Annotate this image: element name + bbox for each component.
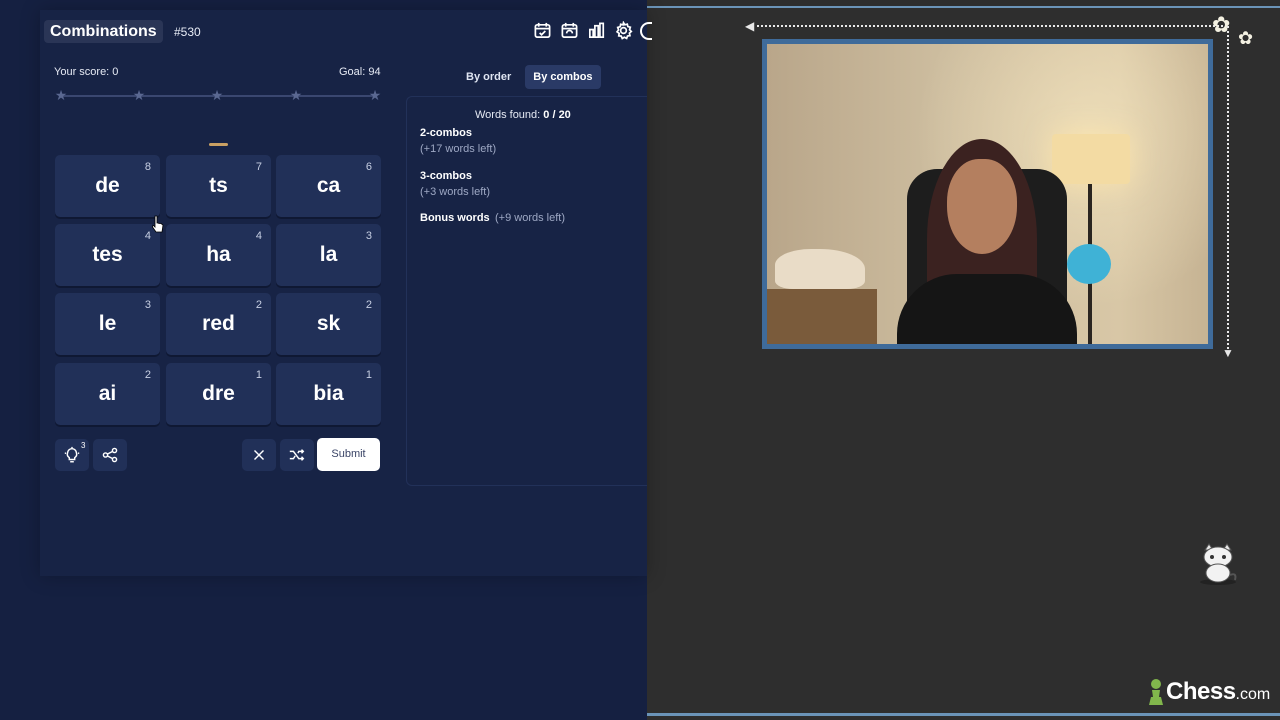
tile-de[interactable]: de 8 <box>55 155 160 217</box>
view-toggle: By order By combos <box>458 65 601 89</box>
arrow-down-icon: ▼ <box>1222 346 1234 360</box>
tab-by-order[interactable]: By order <box>458 65 519 89</box>
tile-count: 4 <box>255 230 262 242</box>
group-2-combos-title[interactable]: 2-combos <box>420 127 472 139</box>
score-label: Your score: 0 <box>54 66 119 78</box>
group-bonus-title[interactable]: Bonus words <box>420 212 490 224</box>
group-3-combos-remaining: (+3 words left) <box>420 186 490 198</box>
webcam-streamer-body <box>897 274 1077 344</box>
words-found-value: 0 / 20 <box>543 109 571 121</box>
arrow-left-icon: ◀ <box>745 19 755 33</box>
tile-sk[interactable]: sk 2 <box>276 293 381 355</box>
pawn-icon <box>1149 679 1163 705</box>
submit-button[interactable]: Submit <box>317 438 380 471</box>
group-3-combos-title[interactable]: 3-combos <box>420 170 472 182</box>
mouse-cursor-icon <box>152 215 164 233</box>
logo-word: Chess <box>1166 678 1236 705</box>
clear-button[interactable] <box>242 439 276 471</box>
webcam-lamp <box>1052 134 1130 184</box>
tile-ai[interactable]: ai 2 <box>55 363 160 425</box>
hint-count: 3 <box>81 441 86 450</box>
progress-star-icon: ★ <box>289 87 303 103</box>
tile-count: 2 <box>144 369 151 381</box>
tile-dre[interactable]: dre 1 <box>166 363 271 425</box>
frame-dotted-line-right <box>1227 26 1229 353</box>
tab-by-combos[interactable]: By combos <box>525 65 601 89</box>
webcam-cat <box>775 249 865 289</box>
logo-domain: .com <box>1235 686 1271 703</box>
tile-ca[interactable]: ca 6 <box>276 155 381 217</box>
tile-ha[interactable]: ha 4 <box>166 224 271 286</box>
progress-star-icon: ★ <box>210 87 224 103</box>
tile-count: 6 <box>365 161 372 173</box>
tile-count: 2 <box>255 299 262 311</box>
calendar-refresh-icon[interactable] <box>559 20 580 41</box>
shuffle-icon <box>289 449 305 461</box>
tile-count: 7 <box>255 161 262 173</box>
tile-count: 1 <box>365 369 372 381</box>
share-icon <box>102 447 118 463</box>
tile-la[interactable]: la 3 <box>276 224 381 286</box>
tile-tes[interactable]: tes 4 <box>55 224 160 286</box>
toolbar <box>532 20 634 41</box>
tile-count: 4 <box>144 230 151 242</box>
tile-count: 3 <box>365 230 372 242</box>
tile-count: 3 <box>144 299 151 311</box>
flower-icon: ✿ <box>1238 28 1254 48</box>
words-found-label: Words found: <box>475 109 544 121</box>
game-title: Combinations <box>44 20 163 43</box>
group-2-combos-remaining: (+17 words left) <box>420 143 497 155</box>
tile-bia[interactable]: bia 1 <box>276 363 381 425</box>
lightbulb-icon <box>64 446 80 463</box>
tile-count: 8 <box>144 161 151 173</box>
progress-star-icon: ★ <box>132 87 146 103</box>
bottom-border <box>647 713 1280 716</box>
progress-star-icon: ★ <box>368 87 382 103</box>
help-icon[interactable] <box>640 22 652 40</box>
share-button[interactable] <box>93 439 127 471</box>
frame-dotted-line-top <box>752 25 1227 27</box>
calendar-check-icon[interactable] <box>532 20 553 41</box>
goal-label: Goal: 94 <box>339 66 381 78</box>
current-word-cursor <box>209 143 228 146</box>
close-icon <box>253 449 265 461</box>
tile-count: 2 <box>365 299 372 311</box>
progress-star-icon: ★ <box>54 87 68 103</box>
tile-red[interactable]: red 2 <box>166 293 271 355</box>
cat-sticker-icon <box>1200 543 1237 585</box>
webcam-feed <box>762 39 1213 349</box>
tile-le[interactable]: le 3 <box>55 293 160 355</box>
tile-count: 1 <box>255 369 262 381</box>
stats-icon[interactable] <box>586 20 607 41</box>
webcam-cabinet <box>767 289 877 344</box>
group-bonus-remaining: (+9 words left) <box>495 212 565 224</box>
puzzle-number: #530 <box>174 25 201 39</box>
settings-icon[interactable] <box>613 20 634 41</box>
shuffle-button[interactable] <box>280 439 314 471</box>
webcam-streamer-face <box>947 159 1017 254</box>
words-found: Words found: 0 / 20 <box>475 109 571 121</box>
webcam-plush-toy <box>1067 244 1111 284</box>
tile-ts[interactable]: ts 7 <box>166 155 271 217</box>
flower-icon: ✿ <box>1212 12 1231 37</box>
chess-com-logo: Chess .com <box>1148 678 1270 706</box>
